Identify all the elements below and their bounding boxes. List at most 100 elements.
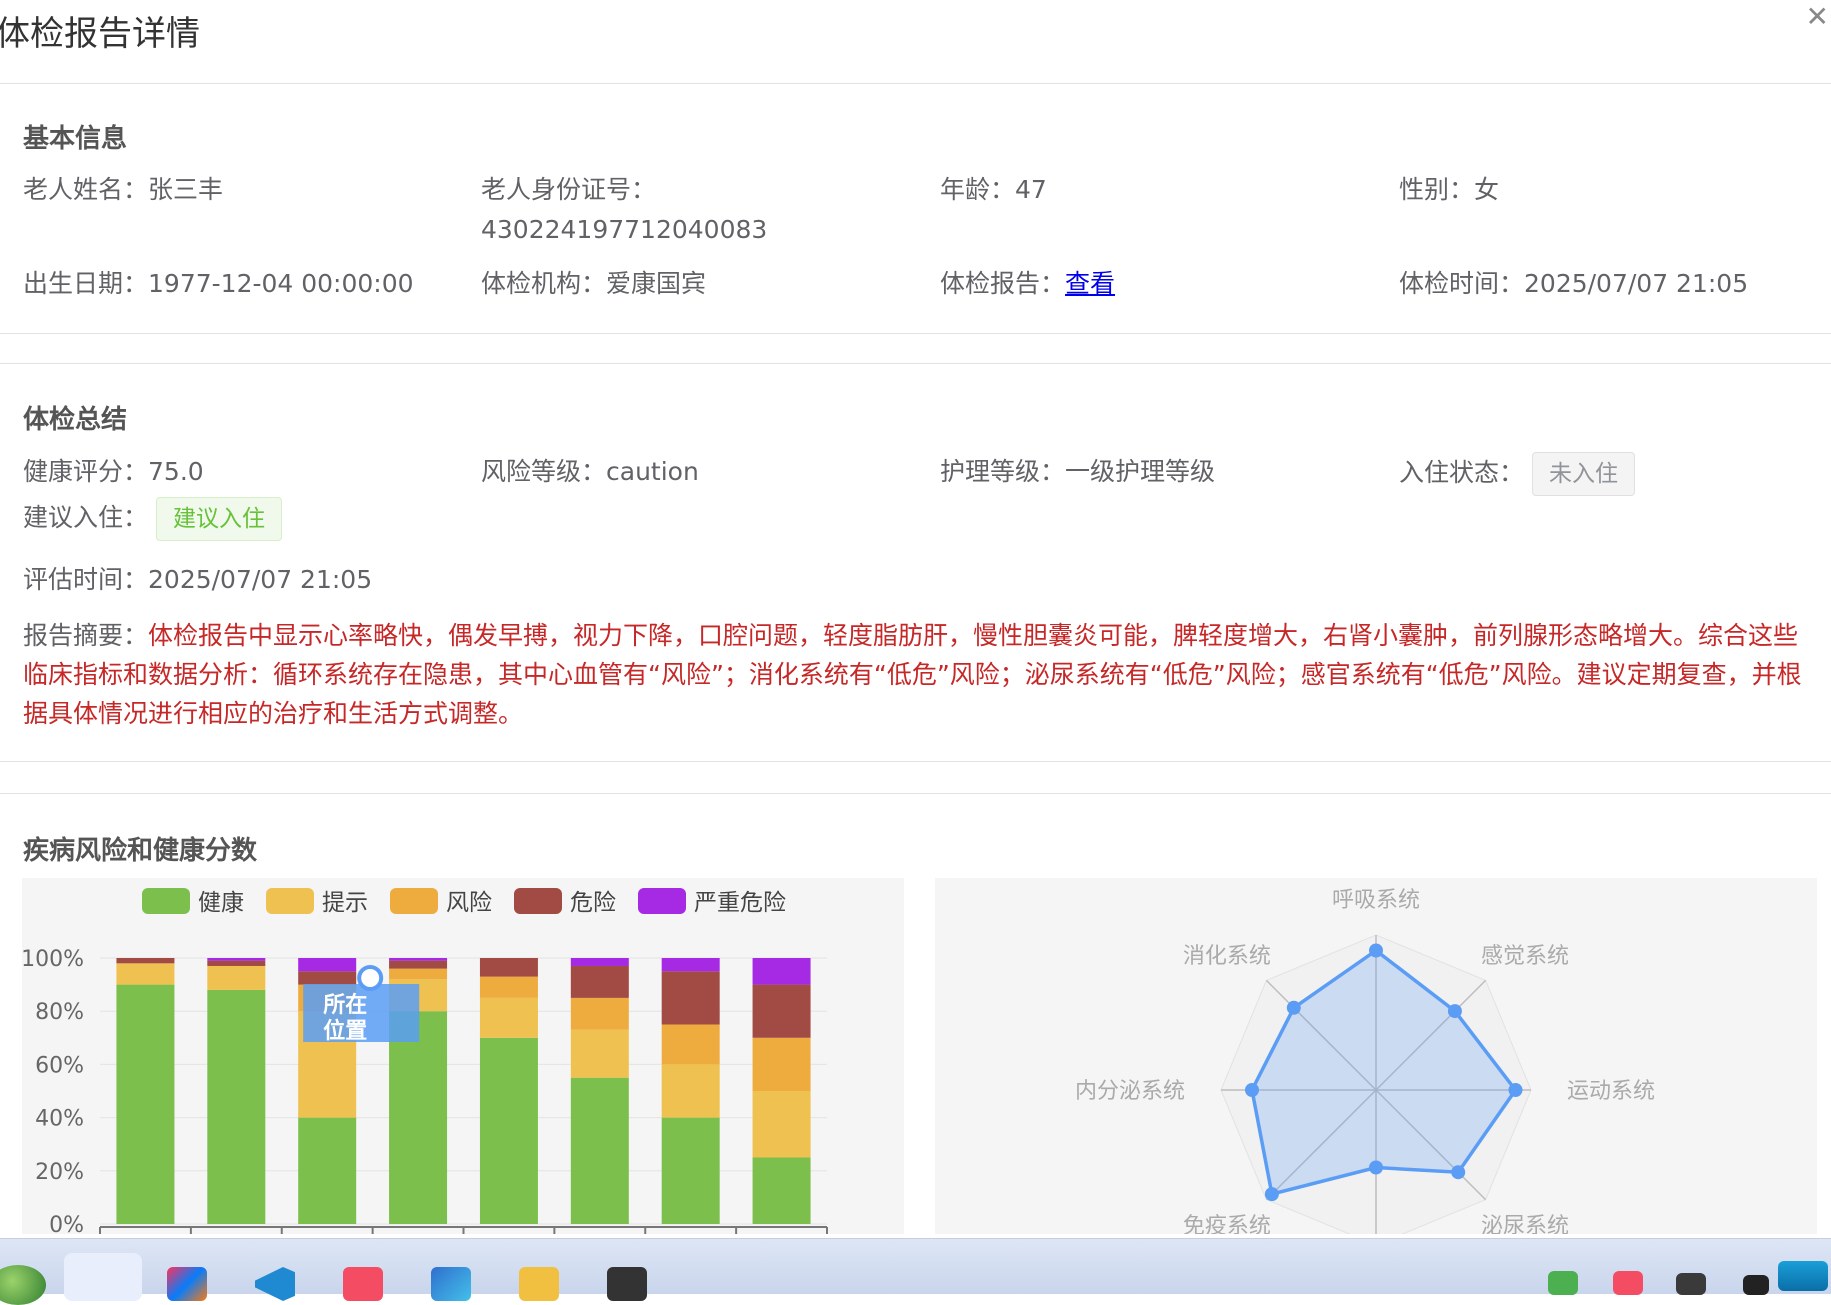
divider	[0, 761, 1831, 762]
charts-title: 疾病风险和健康分数	[23, 836, 258, 866]
close-icon[interactable]: ✕	[1806, 0, 1829, 33]
field-name: 老人姓名：张三丰	[23, 175, 224, 204]
bar-chart-panel: 健康 提示 风险 危险 严重危险 0% 20% 40% 60% 80% 100% 所在 位置	[22, 878, 904, 1234]
y-tick-label: 20%	[35, 1160, 84, 1185]
field-care-level: 护理等级：一级护理等级	[940, 457, 1216, 486]
tray-app-green-icon[interactable]	[1548, 1271, 1578, 1295]
legend-swatch	[638, 888, 686, 914]
bar-segment	[479, 976, 538, 998]
bar-segment	[661, 1064, 720, 1118]
y-tick-label: 60%	[35, 1053, 84, 1078]
nvidia-icon[interactable]	[1676, 1273, 1706, 1295]
watermelon-icon[interactable]	[0, 1265, 46, 1305]
bar-segment	[661, 1117, 720, 1224]
radar-point	[1245, 1083, 1259, 1097]
radar-point	[1508, 1083, 1523, 1097]
report-abstract: 报告摘要：体检报告中显示心率略快，偶发早搏，视力下降，口腔问题，轻度脂肪肝，慢性…	[23, 621, 1802, 728]
bar-segment	[116, 963, 175, 985]
y-tick-label: 80%	[35, 1000, 84, 1025]
legend-label: 风险	[446, 890, 492, 916]
y-tick-label: 40%	[35, 1107, 84, 1132]
bar-segment	[479, 958, 538, 977]
radar-point	[1264, 1187, 1279, 1202]
summary-title: 体检总结	[23, 405, 128, 435]
location-pin-icon	[357, 965, 384, 991]
radar-point	[1447, 1004, 1462, 1019]
bar-segment	[207, 965, 266, 990]
radar-indicator-label: 消化系统	[1183, 944, 1271, 969]
field-birth: 出生日期：1977-12-04 00:00:00	[23, 269, 414, 298]
legend-swatch	[266, 888, 314, 914]
windows-grid-icon[interactable]	[1743, 1275, 1769, 1295]
legend-swatch	[390, 888, 438, 914]
bar-segment	[570, 958, 629, 966]
bar-segment	[479, 997, 538, 1038]
field-eval-time: 评估时间：2025/07/07 21:05	[23, 565, 373, 594]
bar-segment	[207, 989, 266, 1224]
divider	[0, 333, 1831, 334]
tooltip-text: 所在	[323, 992, 367, 1018]
radar-chart-panel: 呼吸系统感觉系统运动系统泌尿系统循环系统免疫系统内分泌系统消化系统	[935, 878, 1817, 1234]
bar-segment	[661, 1024, 720, 1065]
checkin-status-tag: 未入住	[1531, 452, 1635, 496]
bar-segment	[752, 1037, 811, 1091]
bar-segment	[570, 965, 629, 998]
bar-segment	[661, 958, 720, 972]
vscode-icon[interactable]	[255, 1267, 295, 1301]
bar-segment	[570, 997, 629, 1030]
radar-indicator-label: 泌尿系统	[1481, 1214, 1569, 1234]
suggest-checkin-tag: 建议入住	[155, 497, 282, 541]
edge-browser-icon[interactable]	[64, 1253, 142, 1301]
field-age: 年龄：47	[940, 175, 1047, 204]
bar-segment	[752, 1157, 811, 1224]
bar-segment	[752, 958, 811, 985]
field-report: 体检报告：查看	[940, 269, 1116, 298]
dialog-title: 体检报告详情	[0, 14, 200, 54]
divider	[0, 83, 1831, 84]
view-report-link[interactable]: 查看	[1065, 269, 1115, 298]
radar-indicator-label: 运动系统	[1567, 1079, 1655, 1104]
tray-app-red-icon[interactable]	[1613, 1271, 1643, 1295]
radar-point	[1369, 943, 1383, 958]
basic-info-title: 基本信息	[23, 124, 128, 154]
terminal-icon[interactable]	[607, 1267, 647, 1301]
legend-swatch	[514, 888, 562, 914]
bar-segment	[752, 1091, 811, 1158]
y-tick-label: 0%	[49, 1213, 84, 1234]
field-checkin-status: 入住状态： 未入住	[1399, 452, 1635, 496]
bar-segment	[298, 1117, 357, 1224]
radar-point	[1286, 1000, 1301, 1015]
divider	[0, 793, 1831, 794]
bar-segment	[570, 1077, 629, 1224]
folder-icon[interactable]	[519, 1267, 559, 1301]
divider	[0, 363, 1831, 364]
field-suggest-checkin: 建议入住： 建议入住	[23, 497, 282, 541]
intellij-icon[interactable]	[167, 1267, 207, 1301]
field-health-score: 健康评分：75.0	[23, 457, 204, 486]
bar-segment	[661, 971, 720, 1025]
bar-segment	[479, 1037, 538, 1224]
y-tick-label: 100%	[22, 947, 84, 972]
taskbar	[0, 1238, 1831, 1305]
field-gender: 性别：女	[1399, 175, 1500, 204]
app-red-icon[interactable]	[343, 1267, 383, 1301]
field-org: 体检机构：爱康国宾	[481, 269, 707, 298]
bar-segment	[116, 984, 175, 1224]
legend-swatch	[142, 888, 190, 914]
radar-point	[1369, 1160, 1383, 1175]
field-risk-level: 风险等级：caution	[481, 457, 699, 486]
legend-label: 健康	[198, 890, 244, 916]
stacked-bar-chart: 健康 提示 风险 危险 严重危险 0% 20% 40% 60% 80% 100% 所在位置	[22, 888, 828, 1234]
bar-segment	[389, 960, 448, 969]
tray-extra-icon[interactable]	[1778, 1261, 1828, 1291]
radar-point	[1451, 1165, 1466, 1180]
bar-segment	[389, 958, 448, 961]
app-blue-icon[interactable]	[431, 1267, 471, 1301]
tooltip-text: 位置	[323, 1018, 367, 1044]
radar-indicator-label: 呼吸系统	[1332, 888, 1420, 913]
field-id-number: 老人身份证号： 430224197712040083	[481, 175, 768, 244]
radar-indicator-label: 免疫系统	[1183, 1214, 1271, 1234]
radar-chart: 呼吸系统感觉系统运动系统泌尿系统循环系统免疫系统内分泌系统消化系统	[1075, 888, 1655, 1234]
bar-segment	[207, 960, 266, 966]
bar-segment	[389, 1011, 448, 1224]
